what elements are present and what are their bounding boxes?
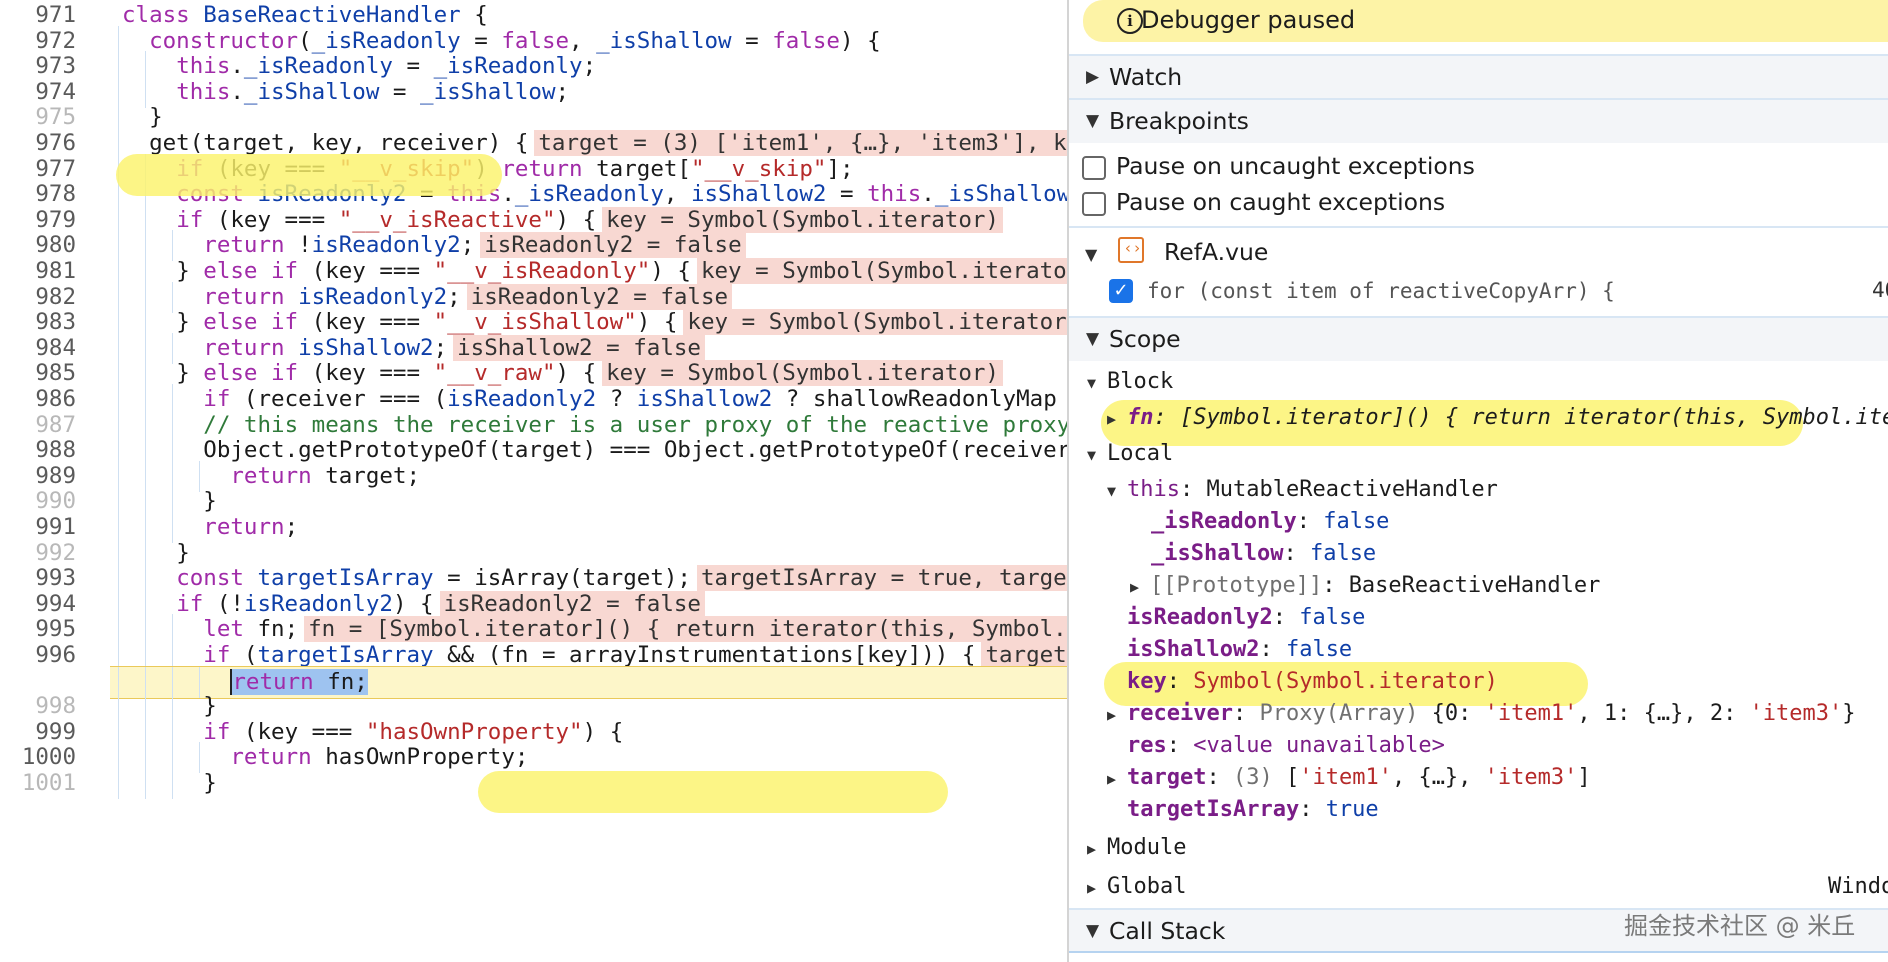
global-scope[interactable]: ▶ Global bbox=[1087, 874, 1186, 899]
inline-value: key = Symbol(Symbol.iterator) bbox=[602, 360, 1003, 387]
file-name: RefA.vue bbox=[1163, 238, 1269, 266]
local-scope[interactable]: ▼ Local bbox=[1087, 441, 1173, 466]
isShallow-row[interactable]: _isShallow: false bbox=[1151, 541, 1376, 566]
module-scope[interactable]: ▶ Module bbox=[1087, 835, 1186, 860]
block-scope[interactable]: ▼ Block bbox=[1087, 369, 1173, 394]
watch-label: Watch bbox=[1109, 63, 1183, 91]
breakpoint-code: for (const item of reactiveCopyArr) { bbox=[1147, 279, 1615, 303]
inline-value: isReadonly2 = false bbox=[480, 232, 746, 259]
isReadonly-row[interactable]: _isReadonly: false bbox=[1151, 509, 1389, 534]
indent-guide bbox=[145, 768, 147, 799]
expand-icon: ▶ bbox=[1130, 578, 1140, 596]
inline-value: key = Symbol(Symbol.iterator) bbox=[602, 206, 1003, 233]
inline-value: targetIsArray = true, targe bbox=[696, 565, 1067, 592]
expand-icon: ▶ bbox=[1107, 770, 1117, 788]
checkmark-icon[interactable]: ✓ bbox=[1109, 279, 1133, 303]
inline-value: isReadonly2 = false bbox=[439, 590, 705, 617]
code-editor: 971 class BaseReactiveHandler {972 constru… bbox=[0, 0, 1067, 962]
debugger-panel: i Debugger paused ▶ Watch ▼ Breakpoints … bbox=[1069, 0, 1888, 962]
expand-icon: ▶ bbox=[1107, 706, 1117, 724]
inline-value: key = Symbol(Symbol.iterato bbox=[696, 258, 1067, 284]
indent-guide bbox=[118, 768, 119, 799]
line-number[interactable]: 1001 bbox=[0, 768, 76, 799]
this-row[interactable]: ▼ this: MutableReactiveHandler bbox=[1107, 477, 1498, 502]
inline-value: target bbox=[981, 642, 1067, 668]
expand-icon: ▶ bbox=[1086, 67, 1100, 87]
collapse-icon: ▼ bbox=[1087, 446, 1097, 464]
call-stack-label: Call Stack bbox=[1109, 917, 1226, 945]
prototype-row[interactable]: ▶ [[Prototype]]: BaseReactiveHandler bbox=[1130, 573, 1600, 598]
checkbox-box[interactable] bbox=[1082, 156, 1106, 180]
pause-uncaught-label: Pause on uncaught exceptions bbox=[1116, 152, 1475, 180]
pause-caught-label: Pause on caught exceptions bbox=[1116, 188, 1446, 216]
inline-value: fn = [Symbol.iterator]() { return iterat… bbox=[304, 616, 1067, 643]
collapse-icon: ▼ bbox=[1107, 482, 1117, 500]
inline-value: isReadonly2 = false bbox=[466, 283, 733, 310]
paused-banner: i Debugger paused bbox=[1083, 0, 1888, 42]
paused-text: Debugger paused bbox=[1141, 6, 1356, 34]
key-row[interactable]: key: Symbol(Symbol.iterator) bbox=[1127, 669, 1498, 694]
expand-icon: ▶ bbox=[1087, 879, 1097, 897]
line-number[interactable]: 996 bbox=[0, 640, 76, 671]
breakpoints-header[interactable]: ▼ Breakpoints bbox=[1069, 98, 1888, 143]
indent-guide bbox=[172, 768, 174, 799]
collapse-icon: ▼ bbox=[1085, 245, 1098, 264]
expand-icon: ▶ bbox=[1107, 410, 1117, 428]
inline-value: key = Symbol(Symbol.iterator bbox=[683, 309, 1067, 336]
isReadonly2-row[interactable]: isReadonly2: false bbox=[1127, 605, 1365, 630]
panel-bottom-border bbox=[1069, 951, 1888, 962]
receiver-row[interactable]: ▶ receiver: Proxy(Array) {0: 'item1', 1: … bbox=[1107, 701, 1856, 726]
separator bbox=[1069, 226, 1888, 228]
isShallow2-row[interactable]: isShallow2: false bbox=[1127, 637, 1352, 662]
watch-header[interactable]: ▶ Watch bbox=[1069, 54, 1888, 99]
fn-row[interactable]: ▶ fn: [Symbol.iterator]() { return iterat… bbox=[1107, 405, 1888, 430]
targetIsArray-row[interactable]: targetIsArray: true bbox=[1127, 797, 1379, 822]
checkbox-box[interactable] bbox=[1082, 192, 1106, 216]
inline-value: isShallow2 = false bbox=[453, 334, 705, 361]
code-text: } bbox=[203, 770, 217, 796]
global-value: Windo bbox=[1828, 874, 1888, 899]
highlight-get-signature bbox=[116, 154, 502, 196]
res-row[interactable]: res: <value unavailable> bbox=[1127, 733, 1445, 758]
scope-header[interactable]: ▼ Scope bbox=[1069, 316, 1888, 361]
scope-label: Scope bbox=[1109, 325, 1181, 353]
target-row[interactable]: ▶ target: (3) ['item1', {…}, 'item3'] bbox=[1107, 765, 1591, 790]
breakpoint-file-row[interactable]: ▼ ‹› RefA.vue bbox=[1085, 236, 1268, 268]
breakpoints-label: Breakpoints bbox=[1109, 107, 1249, 135]
collapse-icon: ▼ bbox=[1086, 329, 1100, 349]
breakpoint-line-number: 40 bbox=[1872, 278, 1888, 302]
info-icon: i bbox=[1117, 8, 1143, 34]
inline-value: target = (3) ['item1', {…}, 'item3'], k bbox=[534, 130, 1067, 156]
vue-file-icon: ‹› bbox=[1118, 237, 1145, 263]
watermark: 掘金技术社区 @ 米丘 bbox=[1624, 912, 1856, 940]
collapse-icon: ▼ bbox=[1087, 374, 1097, 392]
highlight-fn-assignment bbox=[478, 771, 948, 813]
expand-icon: ▶ bbox=[1087, 840, 1097, 858]
collapse-icon: ▼ bbox=[1086, 921, 1100, 941]
collapse-icon: ▼ bbox=[1086, 111, 1100, 131]
